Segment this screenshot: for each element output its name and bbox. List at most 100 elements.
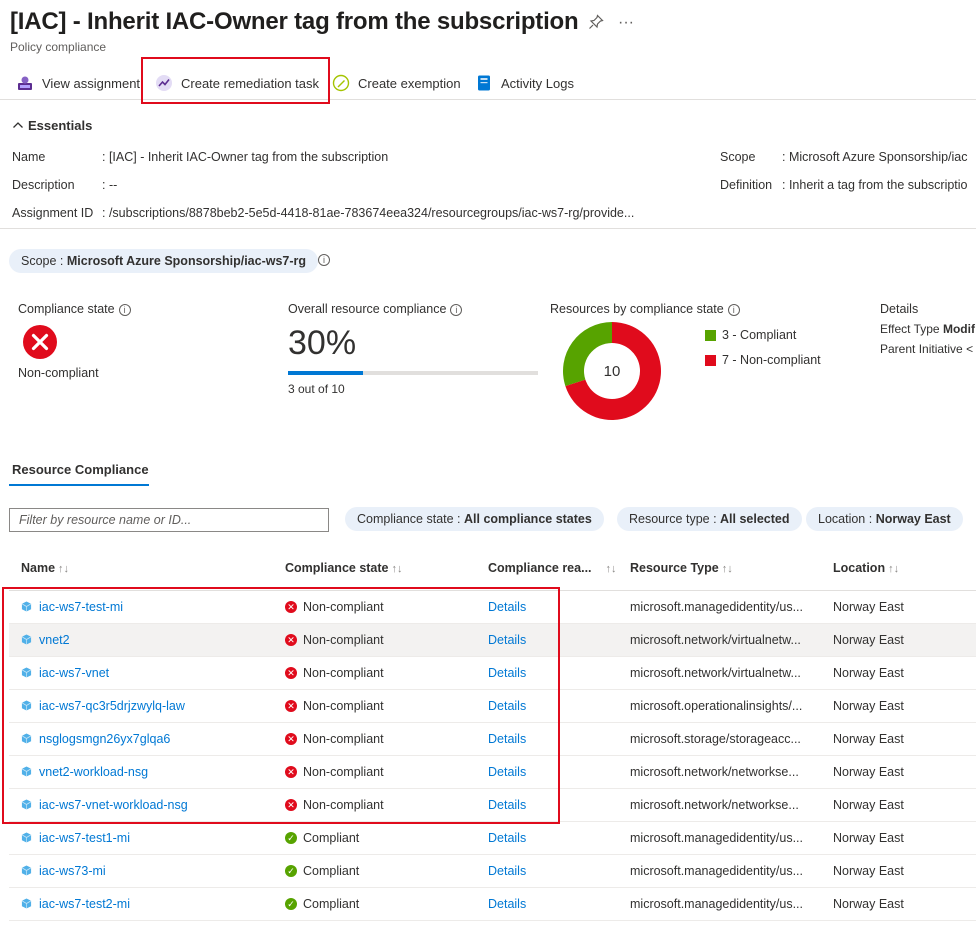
resource-filter-input[interactable]: Filter by resource name or ID... (9, 508, 329, 532)
resource-name-link[interactable]: iac-ws7-test2-mi (39, 897, 130, 911)
activity-logs-label: Activity Logs (501, 75, 574, 91)
scope-pill-label: Scope : (21, 254, 67, 268)
resource-type-filter-label: Resource type : (629, 512, 721, 526)
compliance-state-filter[interactable]: Compliance state : All compliance states (345, 507, 604, 531)
effect-type-label: Effect Type (880, 322, 940, 336)
resource-name-link[interactable]: iac-ws73-mi (39, 864, 106, 878)
sort-icon: ↑↓ (58, 563, 70, 575)
details-label: Details (880, 302, 919, 316)
parent-initiative-value[interactable]: < (966, 342, 973, 356)
essentials-description-label: Description (12, 178, 75, 192)
check-circle-icon: ✓ (285, 898, 297, 910)
create-exemption-label: Create exemption (358, 75, 461, 91)
resource-type-cell: microsoft.storage/storageacc... (630, 732, 801, 746)
resource-type-cell: microsoft.operationalinsights/... (630, 699, 803, 713)
location-cell: Norway East (833, 600, 904, 614)
info-icon[interactable]: i (727, 303, 740, 316)
resource-cube-icon (21, 898, 32, 909)
compliance-reason-details-link[interactable]: Details (488, 864, 526, 878)
column-header-resource-type-label: Resource Type (630, 561, 719, 575)
resource-type-cell: microsoft.managedidentity/us... (630, 897, 803, 911)
resource-type-cell: microsoft.managedidentity/us... (630, 600, 803, 614)
sort-icon: ↑↓ (721, 563, 733, 575)
column-header-resource-type[interactable]: Resource Type ↑↓ (630, 561, 733, 575)
column-header-location[interactable]: Location ↑↓ (833, 561, 899, 575)
resource-type-cell: microsoft.managedidentity/us... (630, 831, 803, 845)
scope-pill-value: Microsoft Azure Sponsorship/iac-ws7-rg (66, 254, 307, 268)
compliance-state-cell: Compliant (303, 864, 360, 878)
ellipsis-icon[interactable]: ··· (618, 14, 634, 35)
parent-initiative-label: Parent Initiative (880, 342, 963, 356)
compliance-state-filter-label: Compliance state : (357, 512, 464, 526)
legend-swatch-compliant (705, 329, 716, 341)
essentials-description-value: : -- (102, 178, 118, 192)
check-circle-icon: ✓ (285, 832, 297, 844)
resource-type-cell: microsoft.network/virtualnetw... (630, 633, 801, 647)
compliance-state-filter-value: All compliance states (464, 512, 592, 526)
essentials-scope-label: Scope (720, 150, 756, 164)
assignment-icon (16, 74, 34, 92)
location-filter-label: Location : (818, 512, 876, 526)
table-row[interactable]: iac-ws7-test2-mi ✓ Compliant Details microso… (9, 888, 976, 921)
sort-icon: ↑↓ (605, 563, 617, 575)
resource-name-link[interactable]: iac-ws7-test1-mi (39, 831, 130, 845)
legend-swatch-non-compliant (705, 354, 716, 366)
create-exemption-button[interactable]: Create exemption (332, 72, 461, 94)
pin-icon[interactable] (588, 14, 604, 35)
essentials-name-value: : [IAC] - Inherit IAC-Owner tag from the… (102, 150, 389, 164)
table-row[interactable]: iac-ws73-mi ✓ Compliant Details microsoft.ma… (9, 855, 976, 888)
compliance-state-label: Compliance state (18, 302, 115, 316)
overall-compliance-percent: 30% (288, 324, 357, 362)
sort-icon: ↑↓ (391, 563, 403, 575)
page-title: [IAC] - Inherit IAC-Owner tag from the s… (10, 8, 579, 35)
tab-active-indicator (9, 484, 149, 486)
compliance-state-value: Non-compliant (18, 366, 99, 380)
parent-initiative-row: Parent Initiative < (880, 342, 973, 356)
info-icon[interactable]: i (318, 254, 330, 266)
location-cell: Norway East (833, 798, 904, 812)
overall-compliance-label: Overall resource compliance (288, 302, 447, 316)
view-assignment-button[interactable]: View assignment (16, 72, 140, 94)
essentials-name-label: Name (12, 150, 46, 164)
sort-icon: ↑↓ (888, 563, 900, 575)
column-header-compliance-state[interactable]: Compliance state ↑↓ (285, 561, 403, 575)
column-header-name-label: Name (21, 561, 56, 575)
essentials-toggle[interactable]: Essentials (12, 118, 92, 133)
column-header-compliance-state-label: Compliance state (285, 561, 389, 575)
compliance-state-cell: Compliant (303, 831, 360, 845)
location-cell: Norway East (833, 633, 904, 647)
compliance-donut-chart[interactable]: 10 (562, 321, 662, 421)
info-icon[interactable]: i (450, 303, 463, 316)
location-cell: Norway East (833, 699, 904, 713)
exemption-icon (332, 74, 350, 92)
error-circle-icon (22, 324, 58, 363)
location-cell: Norway East (833, 897, 904, 911)
resource-type-filter[interactable]: Resource type : All selected (617, 507, 802, 531)
column-header-name[interactable]: Name ↑↓ (21, 561, 69, 575)
legend-label-compliant: 3 - Compliant (722, 328, 797, 342)
column-header-compliance-reason[interactable]: Compliance rea... ↑↓ (488, 561, 617, 575)
essentials-assignment-value: : /subscriptions/8878beb2-5e5d-4418-81ae… (102, 206, 635, 220)
essentials-definition-label: Definition (720, 178, 773, 192)
compliance-reason-details-link[interactable]: Details (488, 831, 526, 845)
info-icon[interactable]: i (118, 303, 131, 316)
essentials-scope-value[interactable]: : Microsoft Azure Sponsorship/iac (782, 150, 968, 164)
legend-non-compliant[interactable]: 7 - Non-compliant (705, 353, 821, 367)
table-row[interactable]: iac-ws7-test1-mi ✓ Compliant Details microso… (9, 822, 976, 855)
legend-compliant[interactable]: 3 - Compliant (705, 328, 796, 342)
scope-pill[interactable]: Scope : Microsoft Azure Sponsorship/iac-… (9, 249, 319, 273)
overall-compliance-card: Overall resource compliance i (288, 302, 463, 316)
compliance-reason-details-link[interactable]: Details (488, 897, 526, 911)
resources-by-state-card: Resources by compliance state i (550, 302, 740, 316)
donut-total: 10 (604, 363, 621, 380)
location-filter-value: Norway East (875, 512, 951, 526)
location-filter[interactable]: Location : Norway East (806, 507, 963, 531)
essentials-definition-value[interactable]: : Inherit a tag from the subscriptio (782, 178, 968, 192)
essentials-label: Essentials (28, 118, 93, 133)
resource-type-cell: microsoft.network/networkse... (630, 798, 799, 812)
compliance-state-cell: Compliant (303, 897, 360, 911)
activity-logs-button[interactable]: Activity Logs (475, 72, 574, 94)
resources-by-state-label: Resources by compliance state (550, 302, 724, 316)
tab-resource-compliance[interactable]: Resource Compliance (12, 462, 149, 477)
highlight-remediation-box (141, 57, 330, 104)
